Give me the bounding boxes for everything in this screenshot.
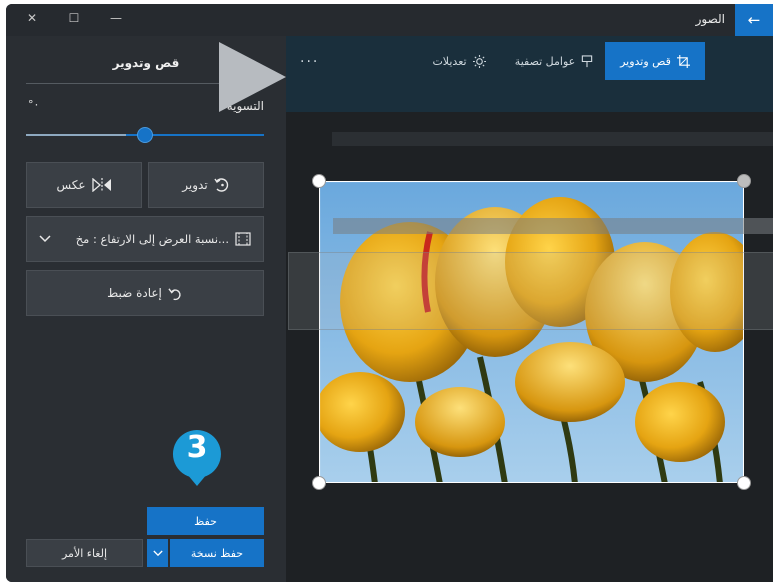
undo-icon [168, 287, 181, 300]
rotate-icon [214, 178, 228, 192]
aspect-ratio-icon [235, 232, 251, 246]
brightness-icon [472, 54, 486, 68]
callout-pointer [219, 42, 286, 112]
crop-handle-bottom-right[interactable] [737, 476, 751, 490]
minimize-icon[interactable]: — [106, 11, 126, 25]
tab-adjustments[interactable]: تعديلات [414, 42, 504, 80]
reset-button[interactable]: إعادة ضبط [26, 270, 264, 316]
tab-crop-rotate[interactable]: قص وتدوير [605, 42, 705, 80]
crop-icon [676, 54, 690, 68]
crop-handle-top-right[interactable] [737, 174, 751, 188]
save-button[interactable]: حفظ [147, 507, 264, 535]
close-icon[interactable]: ✕ [22, 11, 42, 25]
rotate-button[interactable]: تدوير [148, 162, 264, 208]
aspect-ratio-dropdown[interactable]: نسبة العرض إلى الارتفاع : مخ... [26, 216, 264, 262]
edit-toolbar: ... تعديلات عوامل تصفية قص وتدوير [286, 36, 773, 112]
cancel-button[interactable]: إلغاء الأمر [26, 539, 143, 567]
overlay-band [333, 218, 773, 234]
flip-icon [91, 178, 111, 192]
back-arrow-icon: ← [747, 11, 761, 29]
flip-label: عكس [56, 178, 86, 192]
chevron-down-icon [39, 235, 51, 243]
photos-app-window: ✕ ☐ — الصور ← ... تعديلات عوامل تصفية قص… [6, 4, 773, 582]
crop-handle-top-left[interactable] [312, 174, 326, 188]
tab-filters[interactable]: عوامل تصفية [508, 42, 600, 80]
more-options-button[interactable]: ... [300, 50, 319, 66]
back-button[interactable]: ← [735, 4, 773, 36]
tab-crop-rotate-label: قص وتدوير [620, 54, 671, 68]
save-copy-button[interactable]: حفظ نسخة [170, 539, 264, 567]
aspect-ratio-label: نسبة العرض إلى الارتفاع : مخ... [75, 232, 229, 246]
rotate-label: تدوير [182, 178, 208, 192]
canvas-overlay-bar [332, 132, 773, 146]
save-options-button[interactable] [147, 539, 168, 567]
overlay-box [288, 252, 773, 330]
reset-label: إعادة ضبط [107, 286, 162, 300]
title-bar: ✕ ☐ — الصور ← [6, 4, 773, 36]
step-number: 3 [186, 430, 208, 465]
flip-button[interactable]: عكس [26, 162, 142, 208]
crop-handle-bottom-left[interactable] [312, 476, 326, 490]
straighten-slider-thumb[interactable] [137, 127, 153, 143]
tab-filters-label: عوامل تصفية [514, 54, 576, 68]
straighten-value: °٠ [28, 98, 40, 111]
maximize-icon[interactable]: ☐ [64, 11, 84, 25]
tab-adjustments-label: تعديلات [432, 54, 467, 68]
app-title: الصور [695, 12, 725, 26]
filter-icon [582, 54, 593, 67]
chevron-down-icon [152, 550, 163, 556]
crop-rotate-panel: قص وتدوير التسوية °٠ تدوير عكس نسبة العر… [6, 36, 286, 582]
